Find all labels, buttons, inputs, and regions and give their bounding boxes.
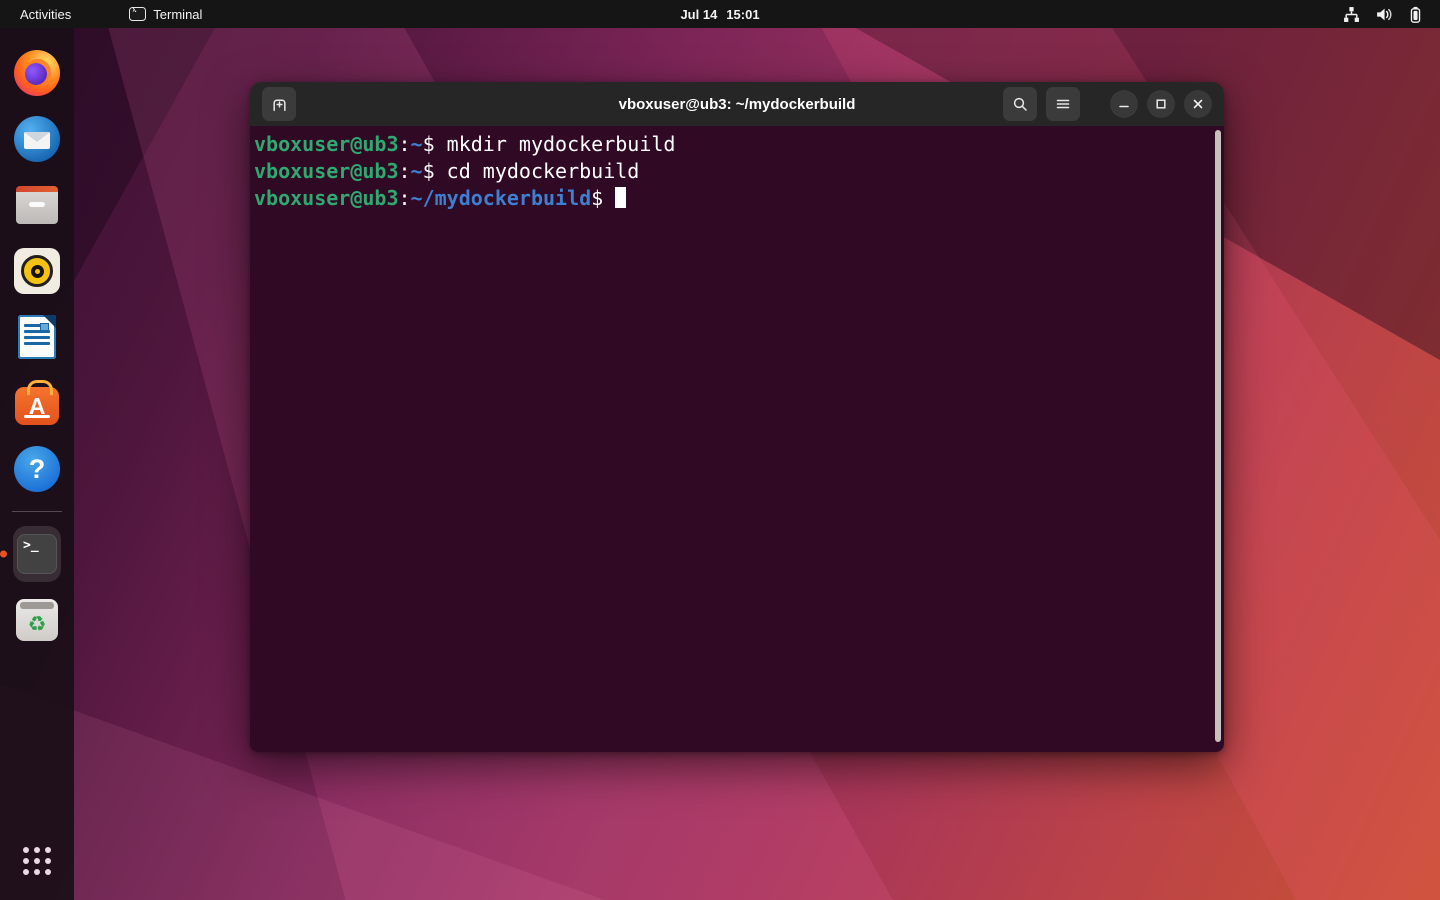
dock-item-thunderbird[interactable]: [13, 115, 61, 163]
dock-item-files[interactable]: [13, 181, 61, 229]
rhythmbox-icon: [14, 248, 60, 294]
dock-item-terminal-active[interactable]: >_: [13, 530, 61, 578]
clock-button[interactable]: Jul 14 15:01: [680, 7, 759, 22]
dock-item-trash[interactable]: ♻: [13, 596, 61, 644]
prompt-dollar: $: [423, 159, 435, 183]
libreoffice-writer-icon: [18, 315, 56, 359]
firefox-icon: [14, 50, 60, 96]
terminal-scrollbar[interactable]: [1215, 130, 1221, 742]
files-icon-slot: [29, 202, 45, 207]
command-text: cd mydockerbuild: [435, 159, 640, 183]
help-icon: ?: [14, 446, 60, 492]
command-text: mkdir mydockerbuild: [435, 132, 676, 156]
maximize-icon: [1154, 97, 1168, 111]
trash-icon: ♻: [16, 599, 58, 641]
dock-separator: [12, 511, 62, 512]
new-tab-icon: [271, 96, 288, 113]
activities-button[interactable]: Activities: [0, 0, 91, 28]
minimize-icon: [1117, 97, 1131, 111]
terminal-line: vboxuser@ub3:~$ mkdir mydockerbuild: [254, 131, 1214, 158]
prompt-colon: :: [399, 132, 411, 156]
battery-icon: [1407, 6, 1424, 23]
volume-icon: [1375, 6, 1392, 23]
recycle-glyph: ♻: [28, 612, 47, 637]
new-tab-button[interactable]: [262, 87, 296, 121]
rhythmbox-speaker-dot: [35, 269, 40, 274]
terminal-icon-glyph: >_: [23, 538, 39, 553]
thunderbird-icon: [14, 116, 60, 162]
writer-icon-image: [40, 323, 49, 331]
search-icon: [1012, 96, 1028, 112]
dock: A ? >_ ♻: [0, 28, 74, 900]
close-button[interactable]: [1184, 90, 1212, 118]
prompt-dollar: $: [591, 186, 603, 210]
software-icon-bar: [24, 415, 50, 418]
prompt-path: ~: [411, 159, 423, 183]
app-menu-terminal[interactable]: Terminal: [129, 0, 202, 28]
terminal-line: vboxuser@ub3:~$ cd mydockerbuild: [254, 158, 1214, 185]
terminal-titlebar[interactable]: vboxuser@ub3: ~/mydockerbuild: [250, 82, 1224, 126]
dock-item-rhythmbox[interactable]: [13, 247, 61, 295]
prompt-path: ~/mydockerbuild: [411, 186, 592, 210]
files-icon-body: [16, 192, 58, 224]
terminal-active-highlight: >_: [13, 526, 61, 582]
writer-icon-line: [24, 336, 50, 339]
maximize-button[interactable]: [1147, 90, 1175, 118]
top-bar: Activities Terminal Jul 14 15:01: [0, 0, 1440, 28]
menu-button[interactable]: [1046, 87, 1080, 121]
terminal-screen[interactable]: vboxuser@ub3:~$ mkdir mydockerbuild vbox…: [250, 126, 1224, 752]
system-tray[interactable]: [1343, 0, 1440, 28]
command-text: [603, 186, 615, 210]
clock-time: 15:01: [726, 7, 759, 22]
prompt-colon: :: [399, 159, 411, 183]
rhythmbox-speaker: [21, 255, 53, 287]
hamburger-menu-icon: [1055, 96, 1071, 112]
prompt-dollar: $: [423, 132, 435, 156]
terminal-window: vboxuser@ub3: ~/mydockerbuild: [250, 82, 1224, 752]
close-icon: [1191, 97, 1205, 111]
terminal-app-icon: [129, 7, 146, 21]
terminal-cursor: [615, 187, 626, 208]
app-menu-label: Terminal: [153, 7, 202, 22]
ubuntu-software-icon: A: [15, 387, 59, 425]
dock-item-ubuntu-software[interactable]: A: [13, 379, 61, 427]
files-icon: [16, 190, 58, 224]
prompt-colon: :: [399, 186, 411, 210]
terminal-icon: >_: [17, 534, 57, 574]
show-applications-button[interactable]: [22, 846, 52, 876]
search-button[interactable]: [1003, 87, 1037, 121]
writer-icon-line: [24, 342, 50, 345]
window-title: vboxuser@ub3: ~/mydockerbuild: [619, 96, 856, 113]
rhythmbox-speaker-center: [31, 265, 44, 278]
terminal-line-current: vboxuser@ub3:~/mydockerbuild$: [254, 185, 1214, 212]
running-indicator-dot: [0, 551, 7, 558]
prompt-user: vboxuser@ub3: [254, 159, 399, 183]
dock-item-libreoffice-writer[interactable]: [13, 313, 61, 361]
minimize-button[interactable]: [1110, 90, 1138, 118]
clock-date: Jul 14: [680, 7, 717, 22]
prompt-user: vboxuser@ub3: [254, 132, 399, 156]
prompt-path: ~: [411, 132, 423, 156]
prompt-user: vboxuser@ub3: [254, 186, 399, 210]
dock-item-help[interactable]: ?: [13, 445, 61, 493]
dock-item-firefox[interactable]: [13, 49, 61, 97]
network-wired-icon: [1343, 6, 1360, 23]
